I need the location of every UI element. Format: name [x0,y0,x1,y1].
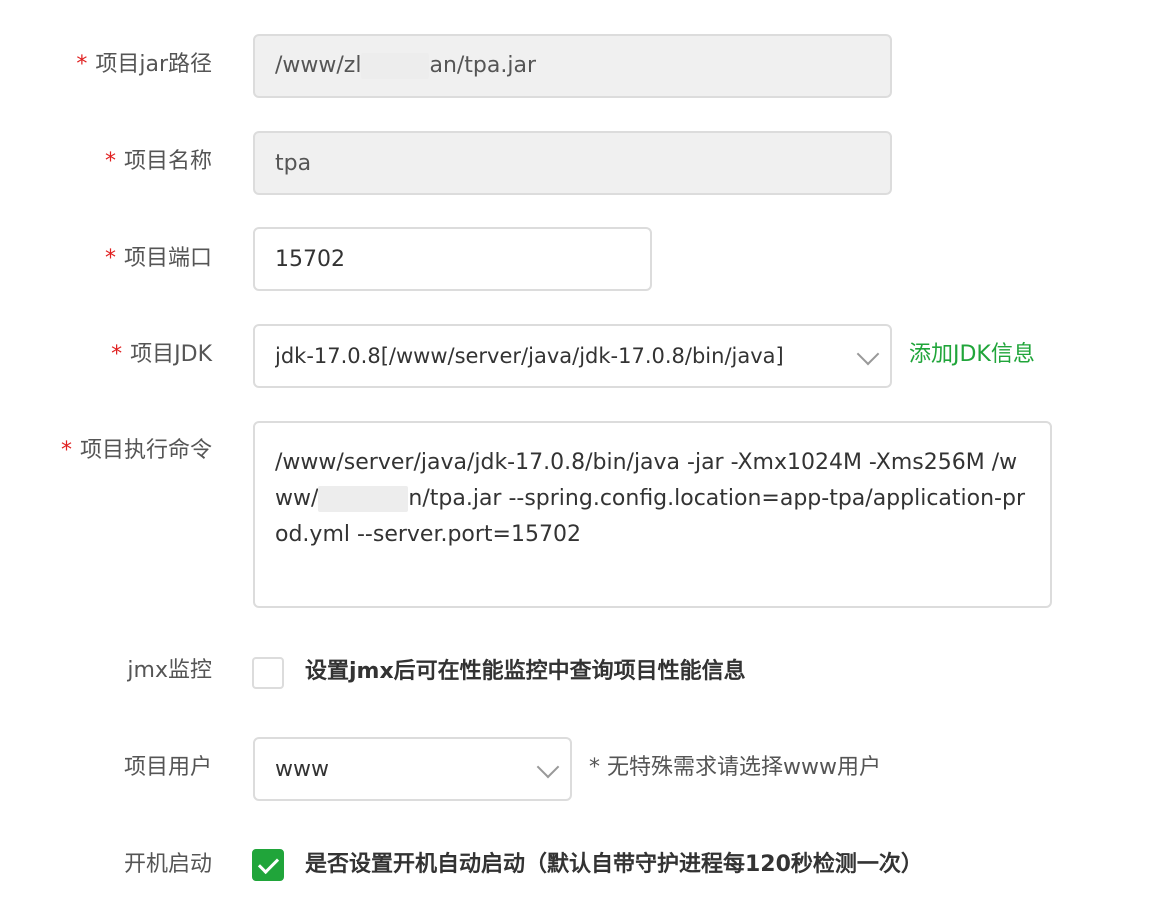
autostart-checkbox[interactable] [252,849,284,881]
project-name-label: * 项目名称 [104,149,212,174]
jdk-select[interactable]: jdk-17.0.8[/www/server/java/jdk-17.0.8/b… [253,324,892,388]
jmx-label: jmx监控 [127,658,212,683]
project-user-label: 项目用户 [123,755,212,780]
project-port-label: * 项目端口 [104,246,212,271]
autostart-label: 开机启动 [123,852,212,877]
jmx-description: 设置jmx后可在性能监控中查询项目性能信息 [305,659,746,684]
jmx-checkbox[interactable] [252,657,284,689]
project-jdk-label: * 项目JDK [111,342,212,367]
redacted-text [318,486,409,512]
required-marker: * [104,246,116,271]
command-label: * 项目执行命令 [60,438,212,463]
jar-path-input[interactable]: /www/zl an/tpa.jar [253,34,892,98]
required-marker: * [104,149,116,174]
user-hint: * 无特殊需求请选择www用户 [589,755,881,780]
required-marker: * [60,438,72,463]
redacted-text [361,53,430,79]
required-marker: * [76,52,88,77]
project-port-input[interactable]: 15702 [253,227,652,291]
jar-path-label: * 项目jar路径 [76,52,212,77]
chevron-down-icon [536,755,560,779]
required-marker: * [111,342,123,367]
project-name-input[interactable]: tpa [253,131,892,195]
add-jdk-link[interactable]: 添加JDK信息 [909,340,1035,370]
autostart-description: 是否设置开机自动启动（默认自带守护进程每120秒检测一次） [305,852,923,877]
check-icon [257,852,280,875]
user-select[interactable]: www [253,737,572,801]
command-textarea[interactable]: /www/server/java/jdk-17.0.8/bin/java -ja… [253,421,1052,608]
chevron-down-icon [856,342,880,366]
